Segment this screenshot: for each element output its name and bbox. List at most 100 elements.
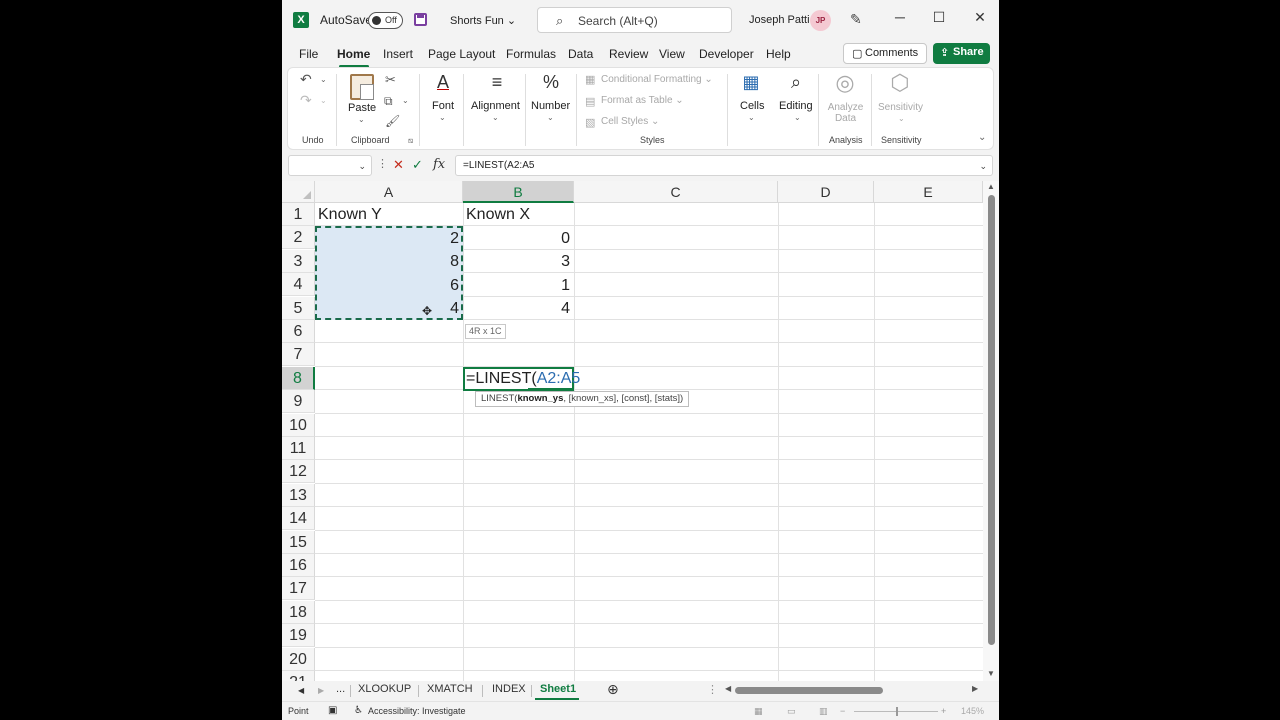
add-sheet-icon[interactable]: ⊕ [607, 681, 619, 698]
file-name-dropdown[interactable]: Shorts Fun ⌄ [450, 14, 516, 27]
column-header-e[interactable]: E [874, 181, 983, 203]
normal-view-icon[interactable]: ▦ [754, 706, 763, 717]
collapse-ribbon-icon[interactable]: ⌄ [978, 132, 986, 143]
page-layout-view-icon[interactable]: ▭ [787, 706, 796, 717]
enter-icon[interactable]: ✓ [412, 157, 423, 173]
row-header-16[interactable]: 16 [282, 554, 315, 577]
tab-review[interactable]: Review [609, 47, 648, 61]
autosave-toggle[interactable]: Off [368, 12, 403, 29]
row-header-2[interactable]: 2 [282, 226, 315, 250]
macro-recording-icon[interactable]: ▣ [328, 705, 337, 716]
tab-help[interactable]: Help [766, 47, 791, 61]
row-header-7[interactable]: 7 [282, 343, 315, 367]
cut-icon[interactable]: ✂ [385, 72, 396, 88]
alignment-dropdown-icon[interactable]: ⌄ [492, 113, 499, 122]
tab-file[interactable]: File [299, 47, 318, 61]
column-header-d[interactable]: D [778, 181, 874, 203]
row-header-9[interactable]: 9 [282, 390, 315, 414]
vertical-scrollbar[interactable]: ▲ ▼ [983, 181, 999, 681]
cell-styles-button[interactable]: Cell Styles ⌄ [601, 116, 659, 127]
cell-a5[interactable]: 4 [315, 297, 463, 320]
minimize-icon[interactable]: ─ [888, 9, 912, 25]
horizontal-scroll-thumb[interactable] [735, 687, 883, 694]
scroll-right-icon[interactable]: ▶ [972, 684, 978, 693]
cells-button[interactable]: Cells [740, 100, 764, 112]
font-dropdown-icon[interactable]: ⌄ [439, 113, 446, 122]
cell-b3[interactable]: 3 [463, 250, 574, 273]
zoom-level[interactable]: 145% [961, 706, 984, 716]
save-icon[interactable] [414, 13, 427, 26]
name-box[interactable]: ⌄ [288, 155, 372, 176]
sensitivity-button[interactable]: Sensitivity [878, 102, 923, 113]
row-header-11[interactable]: 11 [282, 437, 315, 460]
editing-button[interactable]: Editing [779, 100, 813, 112]
clipboard-launcher-icon[interactable]: ⧅ [408, 136, 413, 146]
format-painter-icon[interactable]: 🖌 [385, 114, 400, 128]
next-sheet-icon[interactable]: ▶ [318, 686, 324, 695]
row-header-17[interactable]: 17 [282, 577, 315, 601]
zoom-in-icon[interactable]: + [941, 706, 946, 716]
undo-icon[interactable]: ↶ [300, 71, 312, 88]
zoom-slider-handle[interactable] [896, 707, 898, 716]
row-header-14[interactable]: 14 [282, 507, 315, 531]
insert-function-icon[interactable]: fx [433, 157, 445, 172]
conditional-formatting-button[interactable]: Conditional Formatting ⌄ [601, 74, 713, 85]
cell-b1[interactable]: Known X [463, 203, 574, 226]
vertical-scroll-thumb[interactable] [988, 195, 995, 645]
number-button[interactable]: Number [531, 100, 570, 112]
tab-split-handle[interactable]: ⋮ [707, 683, 718, 696]
cancel-icon[interactable]: ✕ [393, 157, 404, 173]
accessibility-status[interactable]: Accessibility: Investigate [368, 706, 466, 716]
column-header-c[interactable]: C [574, 181, 778, 203]
close-icon[interactable]: ✕ [968, 9, 992, 26]
scroll-down-icon[interactable]: ▼ [987, 669, 995, 678]
worksheet-grid[interactable]: A B C D E 1 2 3 4 5 6 7 8 9 10 11 12 13 14 15 16 17 18 19 2… [282, 181, 999, 695]
number-dropdown-icon[interactable]: ⌄ [547, 113, 554, 122]
row-header-1[interactable]: 1 [282, 203, 315, 226]
tab-insert[interactable]: Insert [383, 47, 413, 61]
paste-dropdown-icon[interactable]: ⌄ [358, 115, 365, 124]
cell-a2[interactable]: 2 [315, 227, 463, 250]
sheet-tab-index[interactable]: INDEX [492, 683, 526, 695]
cell-a4[interactable]: 6 [315, 274, 463, 297]
cell-b5[interactable]: 4 [463, 297, 574, 320]
scroll-left-icon[interactable]: ◀ [725, 684, 731, 693]
paste-icon[interactable] [350, 74, 374, 100]
cell-a3[interactable]: 8 [315, 250, 463, 273]
row-header-20[interactable]: 20 [282, 647, 315, 671]
cell-b2[interactable]: 0 [463, 227, 574, 250]
font-button[interactable]: Font [432, 100, 454, 112]
sheet-tab-sheet1[interactable]: Sheet1 [540, 683, 576, 695]
analyze-data-button[interactable]: Analyze Data [827, 102, 864, 124]
tab-data[interactable]: Data [568, 47, 593, 61]
redo-icon[interactable]: ↷ [300, 92, 312, 109]
tab-view[interactable]: View [659, 47, 685, 61]
row-header-4[interactable]: 4 [282, 273, 315, 297]
horizontal-scrollbar[interactable]: ◀ ▶ [725, 684, 981, 695]
pen-icon[interactable]: ✎ [850, 11, 862, 28]
sheet-tab-xlookup[interactable]: XLOOKUP [358, 683, 411, 695]
maximize-icon[interactable]: ☐ [927, 9, 951, 26]
paste-button[interactable]: Paste [348, 102, 376, 114]
zoom-out-icon[interactable]: − [840, 706, 845, 716]
cell-a1[interactable]: Known Y [315, 203, 463, 226]
name-box-dropdown-icon[interactable]: ⌄ [358, 161, 366, 172]
undo-dropdown-icon[interactable]: ⌄ [320, 75, 327, 84]
current-argument[interactable]: known_ys [517, 393, 563, 404]
editing-dropdown-icon[interactable]: ⌄ [794, 113, 801, 122]
tab-page-layout[interactable]: Page Layout [428, 47, 495, 61]
row-header-6[interactable]: 6 [282, 320, 315, 343]
expand-formula-bar-icon[interactable]: ⌄ [979, 161, 987, 172]
select-all-button[interactable] [282, 181, 315, 203]
row-header-19[interactable]: 19 [282, 624, 315, 648]
row-header-8[interactable]: 8 [282, 366, 315, 390]
row-header-5[interactable]: 5 [282, 296, 315, 320]
row-header-10[interactable]: 10 [282, 413, 315, 437]
cells-dropdown-icon[interactable]: ⌄ [748, 113, 755, 122]
prev-sheet-icon[interactable]: ◀ [298, 686, 304, 695]
column-header-b[interactable]: B [463, 181, 574, 203]
more-sheets-button[interactable]: ... [336, 683, 345, 695]
comments-button[interactable]: ▢ Comments [843, 43, 927, 64]
scroll-up-icon[interactable]: ▲ [987, 182, 995, 191]
share-button[interactable]: ⇪ Share [933, 43, 990, 64]
